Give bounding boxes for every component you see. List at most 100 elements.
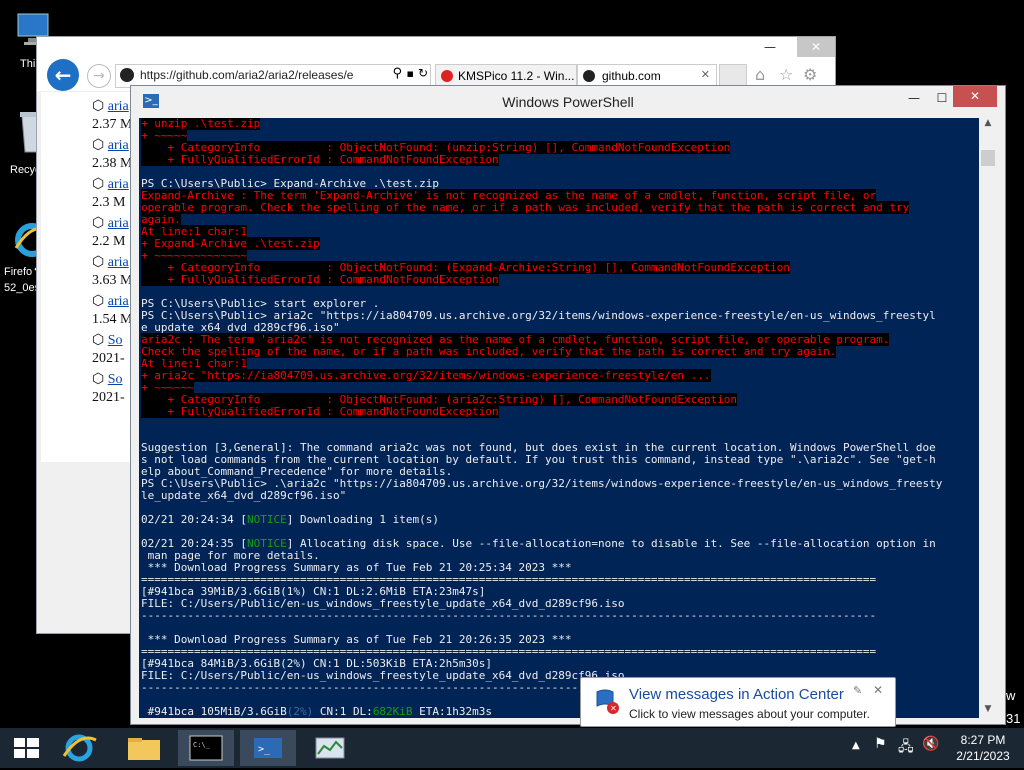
taskbar-explorer-button[interactable]	[116, 730, 172, 766]
scroll-down-arrow[interactable]: ▼	[979, 704, 997, 718]
console-line: again.	[141, 213, 942, 226]
tab-title: github.com	[602, 69, 661, 83]
notification-settings-icon[interactable]: ✎	[853, 684, 862, 697]
clock-date: 2/21/2023	[956, 749, 1010, 763]
download-meta: 2021-	[92, 351, 125, 366]
download-list-item: ⬡ aria 2.37 M	[92, 98, 132, 133]
svg-text:C:\_: C:\_	[193, 741, 211, 749]
download-meta: 2.2 M	[92, 234, 126, 249]
console-lines: + unzip .\test.zip + ~~~~~ + CategoryInfo…	[141, 118, 942, 718]
scroll-thumb[interactable]	[981, 150, 995, 166]
minimize-button[interactable]: —	[755, 37, 785, 57]
console-line: + aria2c "https://ia804709.us.archive.or…	[141, 369, 942, 382]
download-link[interactable]: aria	[108, 255, 129, 270]
error-text: + aria2c "https://ia804709.us.archive.or…	[141, 369, 711, 382]
close-tab-icon[interactable]: ✕	[701, 68, 710, 81]
desktop-icon-label: Firefo	[4, 266, 33, 278]
package-icon: ⬡	[92, 216, 105, 231]
network-icon[interactable]: 🖧	[898, 736, 914, 760]
desktop-edge-text: w	[1006, 688, 1016, 703]
desktop-icon-label: 52_0es	[4, 282, 41, 294]
notice-tag: NOTICE	[246, 513, 287, 526]
gear-icon[interactable]: ⚙	[803, 65, 817, 84]
error-text: + FullyQualifiedErrorId : CommandNotFoun…	[141, 153, 499, 166]
home-icon[interactable]: ⌂	[755, 65, 765, 84]
github-favicon-icon	[583, 70, 595, 82]
download-link[interactable]: So	[108, 333, 123, 348]
refresh-icon[interactable]: ↻	[418, 66, 428, 80]
console-line: + FullyQualifiedErrorId : CommandNotFoun…	[141, 273, 942, 286]
notification-body: Click to view messages about your comput…	[629, 707, 870, 721]
console-output[interactable]: + unzip .\test.zip + ~~~~~ + CategoryInfo…	[139, 118, 979, 718]
vertical-scrollbar[interactable]: ▲ ▼	[979, 118, 997, 718]
taskbar-cmd-button[interactable]: C:\_	[178, 730, 234, 766]
console-line: + Expand-Archive .\test.zip	[141, 237, 942, 250]
task-manager-icon	[315, 737, 345, 759]
window-title: Windows PowerShell	[502, 94, 634, 110]
folder-icon	[128, 738, 160, 760]
download-link[interactable]: aria	[108, 138, 129, 153]
scroll-up-arrow[interactable]: ▲	[979, 118, 997, 132]
action-center-icon[interactable]: ⚑	[874, 736, 887, 752]
tab-title: KMSPico 11.2 - Win...	[458, 69, 575, 83]
show-hidden-icons-icon[interactable]: ▲	[852, 740, 860, 751]
clock-time: 8:27 PM	[960, 733, 1006, 747]
start-button[interactable]	[0, 730, 56, 766]
download-speed: 682KiB	[372, 705, 413, 718]
lock-icon: ▪	[406, 67, 414, 80]
windows-logo-icon	[14, 738, 39, 758]
progress-percent: (2%)	[286, 705, 314, 718]
download-meta: 2021-	[92, 390, 125, 405]
download-list: ⬡ aria 2.37 M ⬡ aria 2.38 M ⬡ aria 2.3 M ⬡ ari…	[36, 36, 136, 436]
download-link[interactable]: aria	[108, 294, 129, 309]
taskbar-powershell-button[interactable]: >_	[240, 730, 296, 766]
download-list-item: ⬡ aria 2.38 M	[92, 137, 132, 172]
close-button[interactable]: ✕	[953, 86, 997, 107]
console-line: 02/21 20:24:34 [NOTICE] Downloading 1 it…	[141, 513, 440, 526]
action-center-notification[interactable]: ✕ View messages in Action Center Click t…	[580, 677, 896, 727]
svg-text:>_: >_	[258, 744, 271, 755]
console-line: + FullyQualifiedErrorId : CommandNotFoun…	[141, 405, 942, 418]
download-link[interactable]: So	[108, 372, 123, 387]
notification-title: View messages in Action Center	[629, 686, 844, 703]
powershell-window[interactable]: >_ Windows PowerShell — ☐ ✕ + unzip .\te…	[130, 85, 1006, 725]
console-line: operable program. Check the spelling of …	[141, 201, 942, 214]
download-meta: 2.3 M	[92, 195, 126, 210]
clock[interactable]: 8:27 PM 2/21/2023	[950, 732, 1016, 764]
ie-caption-bar[interactable]: — ☐ ✕	[37, 37, 835, 61]
error-text: + FullyQualifiedErrorId : CommandNotFoun…	[141, 405, 499, 418]
powershell-icon: >_	[254, 738, 282, 758]
desktop-icon-label: Thi	[20, 58, 36, 70]
svg-text:✕: ✕	[610, 704, 617, 713]
download-link[interactable]: aria	[108, 177, 129, 192]
console-line: le_update_x64_dvd_d289cf96.iso"	[141, 489, 347, 502]
error-text: operable program. Check the spelling of …	[141, 201, 910, 214]
console-line: Check the spelling of the name, or if a …	[141, 345, 942, 358]
console-line: + FullyQualifiedErrorId : CommandNotFoun…	[141, 153, 942, 166]
powershell-title-bar[interactable]: >_ Windows PowerShell — ☐ ✕	[131, 86, 1005, 116]
error-text: + FullyQualifiedErrorId : CommandNotFoun…	[141, 273, 499, 286]
search-icon[interactable]: ⚲	[392, 66, 402, 81]
download-link[interactable]: aria	[108, 99, 129, 114]
taskbar-ie-button[interactable]	[52, 730, 108, 766]
download-list-item: ⬡ aria 3.63 M	[92, 254, 132, 289]
volume-muted-icon[interactable]: 🔇	[922, 736, 939, 752]
command-prompt-icon: C:\_	[189, 735, 223, 761]
download-list-item: ⬡ aria 1.54 M	[92, 293, 132, 328]
download-link[interactable]: aria	[108, 216, 129, 231]
package-icon: ⬡	[92, 255, 105, 270]
favorites-star-icon[interactable]: ☆	[779, 65, 793, 84]
download-meta: 2.37 M	[92, 117, 133, 132]
download-list-item: ⬡ So 2021-	[92, 332, 125, 367]
minimize-button[interactable]: —	[899, 88, 929, 108]
close-button[interactable]: ✕	[797, 37, 835, 57]
taskbar: C:\_ >_ ▲ ⚑ 🖧 🔇 8:27 PM 2/21/2023	[0, 728, 1024, 768]
taskbar-task-manager-button[interactable]	[302, 730, 358, 766]
package-icon: ⬡	[92, 294, 105, 309]
desktop-edge-text: 31	[1006, 711, 1021, 726]
address-text: https://github.com/aria2/aria2/releases/…	[140, 68, 354, 82]
package-icon: ⬡	[92, 333, 105, 348]
action-center-flag-icon: ✕	[593, 688, 619, 714]
notification-close-icon[interactable]: ✕	[873, 683, 883, 697]
